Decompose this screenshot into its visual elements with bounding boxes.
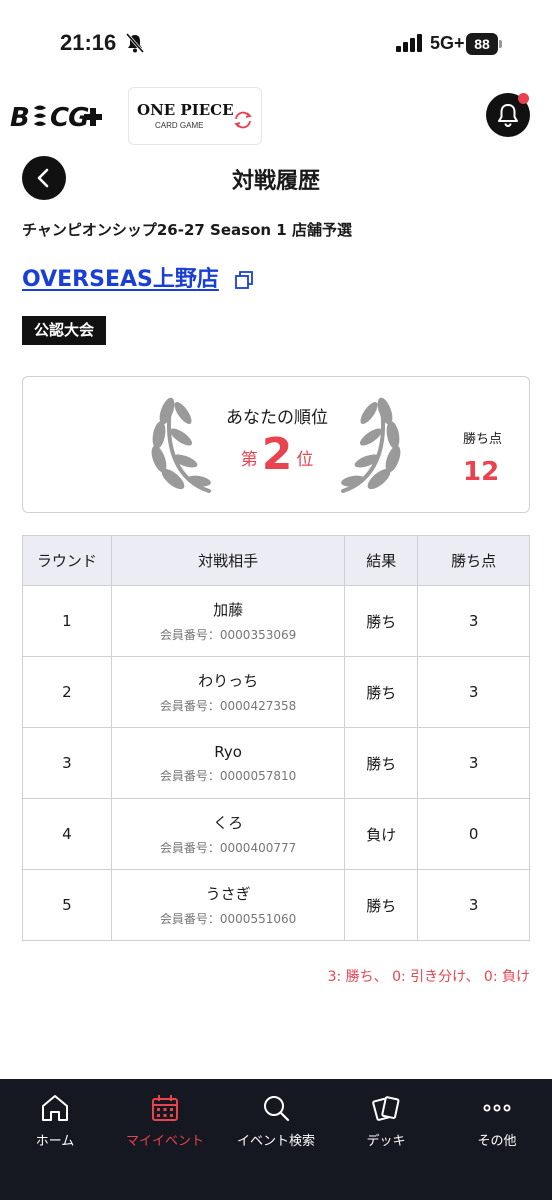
rank-card: あなたの順位 第2 位 勝ち点 12 [22,376,530,513]
table-row: 3 Ryo 会員番号：0000057810 勝ち 3 [22,727,530,799]
opponent-cell: くろ 会員番号：0000400777 [110,798,346,870]
nav-deck-label: デッキ [366,1134,406,1149]
bcg-logo-icon: B CG [10,103,102,133]
rank-suffix: 位 [296,450,314,470]
opponent-cell: わりっち 会員番号：0000427358 [110,656,346,728]
header-opponent: 対戦相手 [110,535,346,586]
opponent-member-id: 会員番号：0000353069 [159,628,297,642]
notification-badge [518,93,529,104]
points-cell: 3 [417,727,530,799]
round-cell: 1 [22,585,112,657]
nav-event-search-label: イベント検索 [236,1134,315,1149]
header-points: 勝ち点 [417,535,530,586]
more-icon [483,1104,511,1112]
nav-more-label: その他 [477,1134,517,1149]
match-history-table: ラウンド 対戦相手 結果 勝ち点 1 加藤 会員番号：0000353069 勝ち… [22,535,530,941]
bottom-nav: ホーム マイイベント イベント検索 デッキ その他 [0,1079,552,1200]
official-event-badge: 公認大会 [22,316,107,345]
opponent-name: うさぎ [205,885,251,903]
bell-muted-icon [126,33,144,53]
nav-home-label: ホーム [35,1134,75,1149]
opponent-name: わりっち [198,672,259,690]
opponent-member-id: 会員番号：0000427358 [159,699,297,713]
opponent-member-id: 会員番号：0000400777 [159,841,297,855]
points-cell: 3 [417,585,530,657]
status-bar: 21:16 5G+ 88 [0,0,552,80]
opponent-cell: Ryo 会員番号：0000057810 [110,727,346,799]
result-cell: 勝ち [344,656,419,728]
table-row: 5 うさぎ 会員番号：0000551060 勝ち 3 [22,869,530,941]
svg-text:B: B [10,103,29,130]
page-title: 対戦履歴 [231,169,320,194]
rank-label: あなたの順位 [226,408,328,428]
nav-more[interactable]: その他 [442,1079,552,1159]
round-cell: 3 [22,727,112,799]
result-cell: 負け [344,798,419,870]
total-points-label: 勝ち点 [463,432,503,447]
nav-my-events-label: マイイベント [125,1134,204,1149]
svg-text:CG: CG [50,103,89,130]
app-header: B CG ONE PIECE CARD GAME [0,80,552,150]
points-legend: 3: 勝ち、 0: 引き分け、 0: 負け [327,969,530,985]
header-result: 結果 [344,535,419,586]
result-cell: 勝ち [344,869,419,941]
one-piece-logo-title: ONE PIECE [137,101,234,119]
battery-icon: 88 [466,33,498,55]
nav-home[interactable]: ホーム [0,1079,110,1159]
result-cell: 勝ち [344,585,419,657]
nav-event-search[interactable]: イベント検索 [221,1079,331,1159]
cards-icon [372,1096,400,1121]
points-cell: 3 [417,869,530,941]
opponent-name: Ryo [214,742,242,761]
round-cell: 2 [22,656,112,728]
search-icon [264,1096,290,1122]
status-time: 21:16 [60,30,117,55]
table-header-row: ラウンド 対戦相手 結果 勝ち点 [22,535,530,586]
opponent-name: くろ [213,814,244,832]
nav-my-events[interactable]: マイイベント [110,1079,220,1159]
rank-value: 第2 位 [23,429,531,480]
result-cell: 勝ち [344,727,419,799]
table-row: 1 加藤 会員番号：0000353069 勝ち 3 [22,585,530,657]
network-type: 5G+ [430,33,465,53]
opponent-cell: うさぎ 会員番号：0000551060 [110,869,346,941]
total-points-value: 12 [463,457,500,487]
round-cell: 5 [22,869,112,941]
home-icon [42,1095,68,1121]
rank-prefix: 第 [240,450,258,470]
header-round: ラウンド [22,535,112,586]
opponent-member-id: 会員番号：0000057810 [159,768,297,783]
one-piece-logo-subtitle: CARD GAME [155,121,204,130]
store-link[interactable]: OVERSEAS上野店 [22,261,219,293]
signal-icon [396,34,424,52]
round-cell: 4 [22,798,112,870]
switch-game-icon [234,111,252,129]
table-row: 4 くろ 会員番号：0000400777 負け 0 [22,798,530,870]
opponent-member-id: 会員番号：0000551060 [159,912,297,926]
calendar-icon [152,1095,178,1121]
rank-number: 2 [261,429,293,480]
external-link-icon[interactable] [234,270,254,290]
opponent-cell: 加藤 会員番号：0000353069 [110,585,346,657]
bandai-card-games-logo[interactable]: B CG [10,100,106,137]
battery-tip [499,40,502,48]
table-row: 2 わりっち 会員番号：0000427358 勝ち 3 [22,656,530,728]
one-piece-logo[interactable]: ONE PIECE CARD GAME [128,87,262,145]
points-cell: 0 [417,798,530,870]
nav-deck[interactable]: デッキ [331,1079,441,1159]
event-name: チャンピオンシップ26-27 Season 1 店舗予選 [22,221,352,239]
opponent-name: 加藤 [213,601,244,619]
points-cell: 3 [417,656,530,728]
